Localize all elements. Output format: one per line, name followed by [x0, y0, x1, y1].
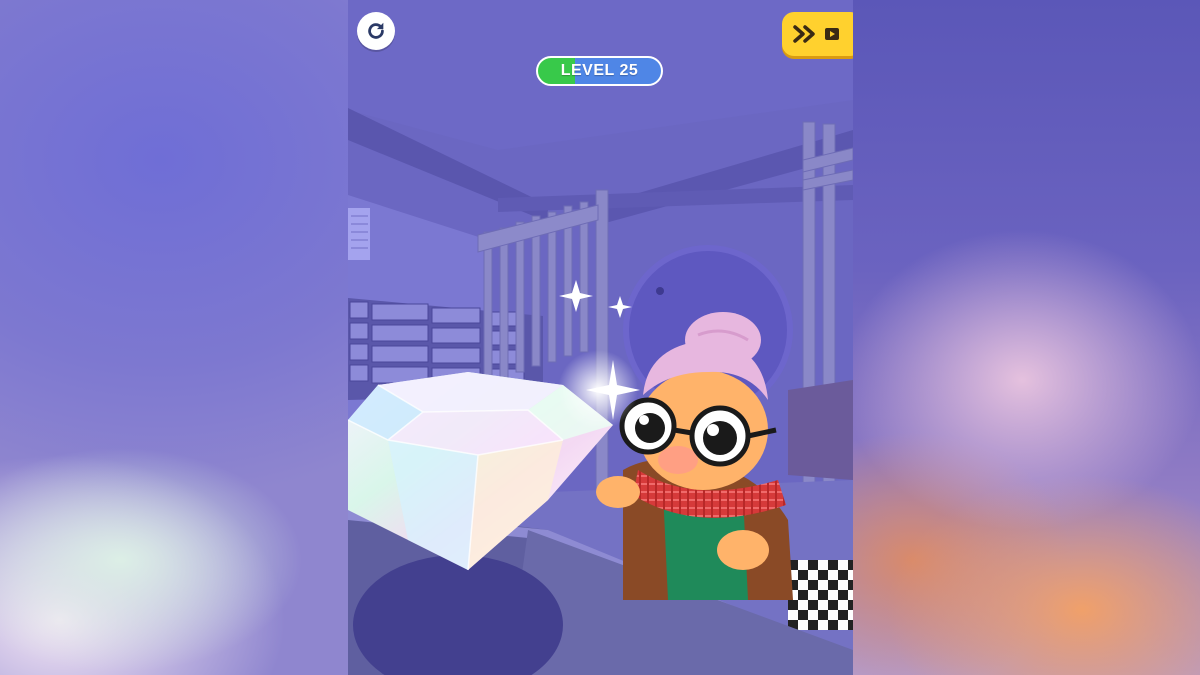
game-viewport[interactable]: LEVEL 25 [348, 0, 853, 675]
restart-icon [368, 22, 384, 39]
right-blurred-backdrop [852, 0, 1200, 675]
skip-level-button[interactable] [782, 12, 853, 56]
restart-button[interactable] [357, 12, 395, 50]
level-indicator: LEVEL 25 [536, 56, 663, 86]
checkered-floor [788, 560, 853, 630]
fast-forward-icon [793, 25, 815, 43]
screen: LEVEL 25 [0, 0, 1200, 675]
left-blurred-backdrop [0, 0, 348, 675]
level-label: LEVEL 25 [560, 62, 639, 79]
vault-scene [348, 0, 853, 675]
video-ad-icon [825, 28, 839, 40]
